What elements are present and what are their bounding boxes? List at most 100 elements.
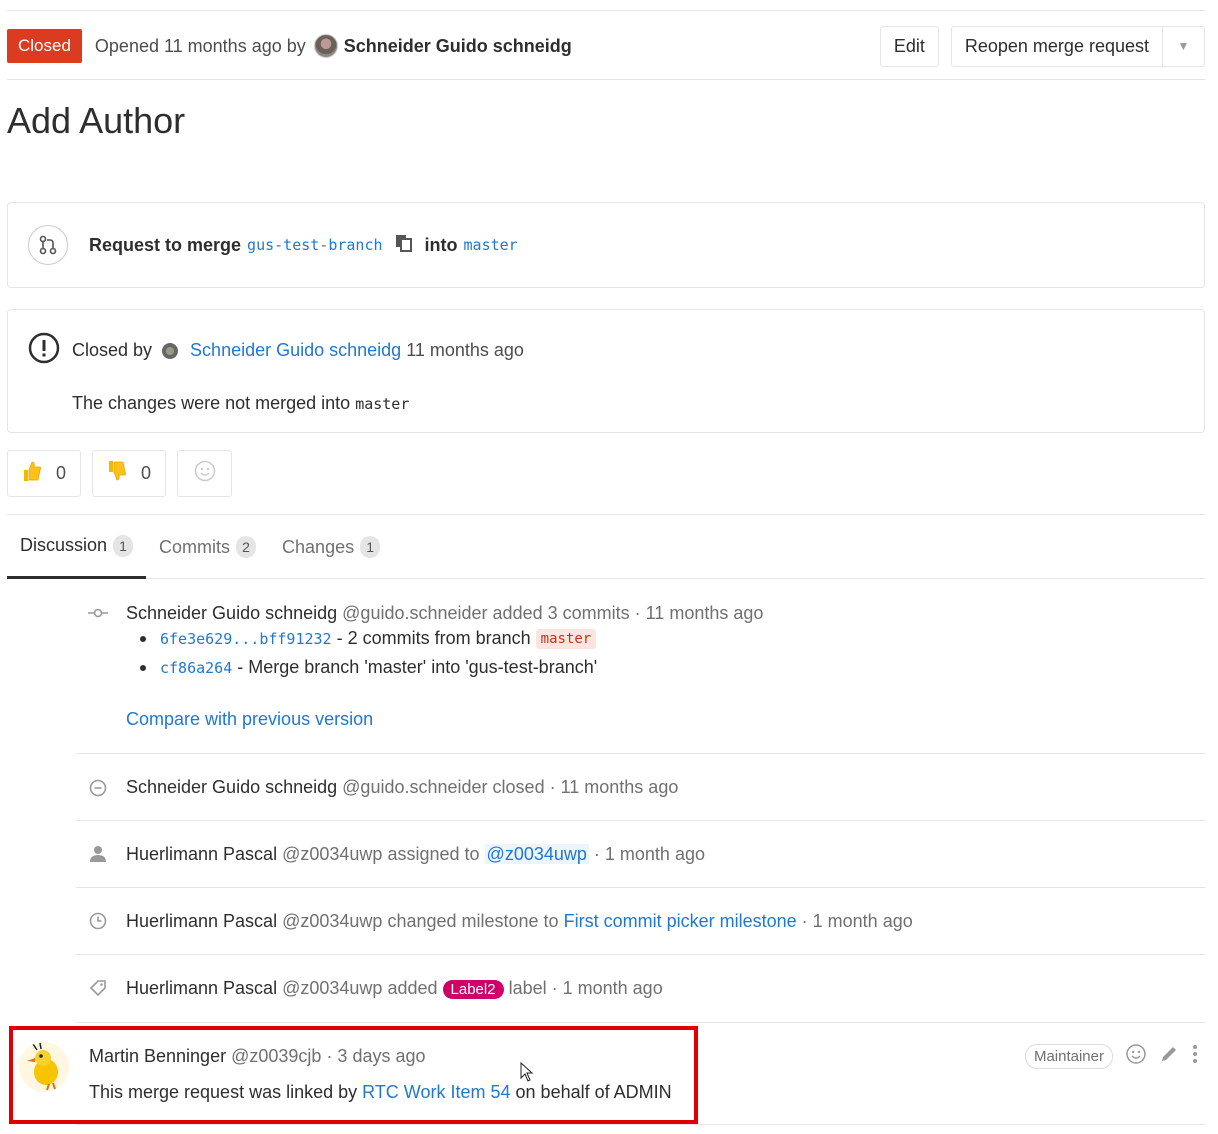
note-time: · 1 month ago [551, 978, 663, 998]
reopen-button-group: Reopen merge request ▼ [950, 25, 1205, 67]
commit-text: - Merge branch 'master' into 'gus-test-b… [237, 657, 598, 677]
system-note-closed: Schneider Guido schneidg @guido.schneide… [76, 754, 1205, 821]
thumbsdown-icon [107, 460, 127, 487]
mouse-cursor-icon [520, 1061, 534, 1087]
note-header: Huerlimann Pascal @z0034uwp changed mile… [126, 911, 913, 932]
label-badge[interactable]: Label2 [442, 980, 504, 999]
status-badge: Closed [7, 29, 82, 63]
note-author[interactable]: Schneider Guido schneidg [126, 777, 337, 797]
system-note-assigned: Huerlimann Pascal @z0034uwp assigned to … [76, 821, 1205, 888]
clock-icon [88, 911, 108, 931]
note-time: · 11 months ago [549, 777, 679, 797]
milestone-link[interactable]: First commit picker milestone [564, 911, 797, 931]
tab-label: Discussion [20, 535, 108, 555]
thumbsdown-count: 0 [141, 463, 152, 483]
merge-description: Request to merge gus-test-branch into ma… [89, 234, 518, 257]
note-header: Schneider Guido schneidg @guido.schneide… [126, 777, 678, 798]
note-author[interactable]: Schneider Guido schneidg [126, 603, 337, 623]
note-handle[interactable]: @guido.schneider [342, 777, 487, 797]
author-name[interactable]: Schneider Guido schneidg [344, 36, 572, 57]
compare-link[interactable]: Compare with previous version [126, 709, 373, 730]
tab-count: 1 [360, 536, 381, 558]
highlight-box [9, 1026, 698, 1124]
tab-changes[interactable]: Changes 1 [269, 515, 393, 579]
closed-desc-branch: master [355, 395, 410, 413]
note-action: changed milestone to [387, 911, 559, 931]
note-author[interactable]: Huerlimann Pascal [126, 844, 277, 864]
closed-time: 11 months ago [406, 340, 524, 360]
pencil-icon[interactable] [1159, 1044, 1179, 1069]
merge-prefix: Request to merge [89, 234, 242, 255]
assignee-link[interactable]: @z0034uwp [484, 844, 589, 864]
system-note-commits: Schneider Guido schneidg @guido.schneide… [76, 600, 1205, 754]
smiley-icon [194, 460, 216, 487]
tab-discussion[interactable]: Discussion 1 [7, 515, 147, 579]
tab-count: 2 [236, 536, 257, 558]
page-title: Add Author [7, 100, 186, 141]
closer-avatar[interactable] [162, 342, 179, 359]
edit-button[interactable]: Edit [879, 25, 939, 67]
commit-list: 6fe3e629...bff91232 - 2 commits from bra… [140, 628, 597, 686]
user-icon [88, 844, 108, 864]
closer-name[interactable]: Schneider Guido schneidg [190, 340, 401, 361]
tab-label: Changes [282, 536, 355, 557]
tab-commits[interactable]: Commits 2 [146, 515, 269, 579]
note-action: added 3 commits [492, 603, 630, 623]
list-item: cf86a264 - Merge branch 'master' into 'g… [140, 657, 597, 678]
thumbsup-icon [22, 460, 42, 487]
tab-count: 1 [113, 534, 134, 557]
commit-icon [88, 603, 108, 623]
header-actions: Edit Reopen merge request ▼ [879, 25, 1205, 67]
git-merge-icon [28, 225, 68, 265]
more-actions-icon[interactable] [1191, 1044, 1199, 1069]
note-handle[interactable]: @guido.schneider [342, 603, 487, 623]
thumbsup-count: 0 [56, 463, 67, 483]
note-action: added [387, 978, 438, 998]
note-action: assigned to [387, 844, 480, 864]
note-header: Schneider Guido schneidg @guido.schneide… [126, 603, 763, 624]
smiley-icon[interactable] [1125, 1043, 1147, 1070]
note-handle[interactable]: @z0034uwp [282, 911, 382, 931]
award-emoji-bar: 0 0 [7, 450, 233, 497]
add-reaction-button[interactable] [177, 450, 233, 497]
source-branch[interactable]: gus-test-branch [247, 236, 382, 254]
closed-label: Closed by [72, 340, 153, 360]
note-author[interactable]: Huerlimann Pascal [126, 911, 277, 931]
thumbsup-button[interactable]: 0 [7, 450, 82, 497]
commit-text: - 2 commits from branch [336, 628, 531, 648]
tag-icon [88, 978, 108, 998]
note-handle[interactable]: @z0034uwp [282, 844, 382, 864]
copy-icon[interactable] [395, 234, 413, 257]
commit-sha-link[interactable]: cf86a264 [160, 659, 232, 677]
note-time: · 1 month ago [801, 911, 913, 931]
note-time: · 11 months ago [634, 603, 764, 623]
note-action: closed [492, 777, 545, 797]
closed-line: Closed by Schneider Guido schneidg 11 mo… [28, 332, 1204, 369]
mr-tabs: Discussion 1 Commits 2 Changes 1 [7, 515, 1205, 579]
chevron-down-icon[interactable]: ▼ [1163, 27, 1204, 66]
target-branch[interactable]: master [464, 236, 518, 254]
note-author[interactable]: Huerlimann Pascal [126, 978, 277, 998]
system-note-milestone: Huerlimann Pascal @z0034uwp changed mile… [76, 888, 1205, 955]
top-divider [7, 10, 1205, 11]
opened-info: Opened 11 months ago by Schneider Guido … [95, 34, 572, 58]
tab-label: Commits [159, 536, 231, 557]
role-badge: Maintainer [1024, 1044, 1113, 1069]
system-note-label: Huerlimann Pascal @z0034uwp added Label2… [76, 955, 1205, 1023]
list-item: 6fe3e629...bff91232 - 2 commits from bra… [140, 628, 597, 649]
note-handle[interactable]: @z0034uwp [282, 978, 382, 998]
header-divider [7, 79, 1205, 80]
note-header: Huerlimann Pascal @z0034uwp assigned to … [126, 844, 705, 865]
note-header: Huerlimann Pascal @z0034uwp added Label2… [126, 978, 663, 999]
thumbsdown-button[interactable]: 0 [92, 450, 167, 497]
bottom-divider [76, 1124, 1205, 1125]
comment-actions: Maintainer [1024, 1043, 1199, 1070]
commit-sha-link[interactable]: 6fe3e629...bff91232 [160, 630, 332, 648]
note-suffix: label [508, 978, 547, 998]
reopen-button[interactable]: Reopen merge request [952, 26, 1163, 66]
branch-code: master [535, 628, 597, 649]
exclamation-icon [28, 332, 60, 369]
closed-description: The changes were not merged into master [72, 393, 1204, 414]
merge-request-widget: Request to merge gus-test-branch into ma… [7, 202, 1205, 288]
author-avatar[interactable] [313, 34, 338, 58]
